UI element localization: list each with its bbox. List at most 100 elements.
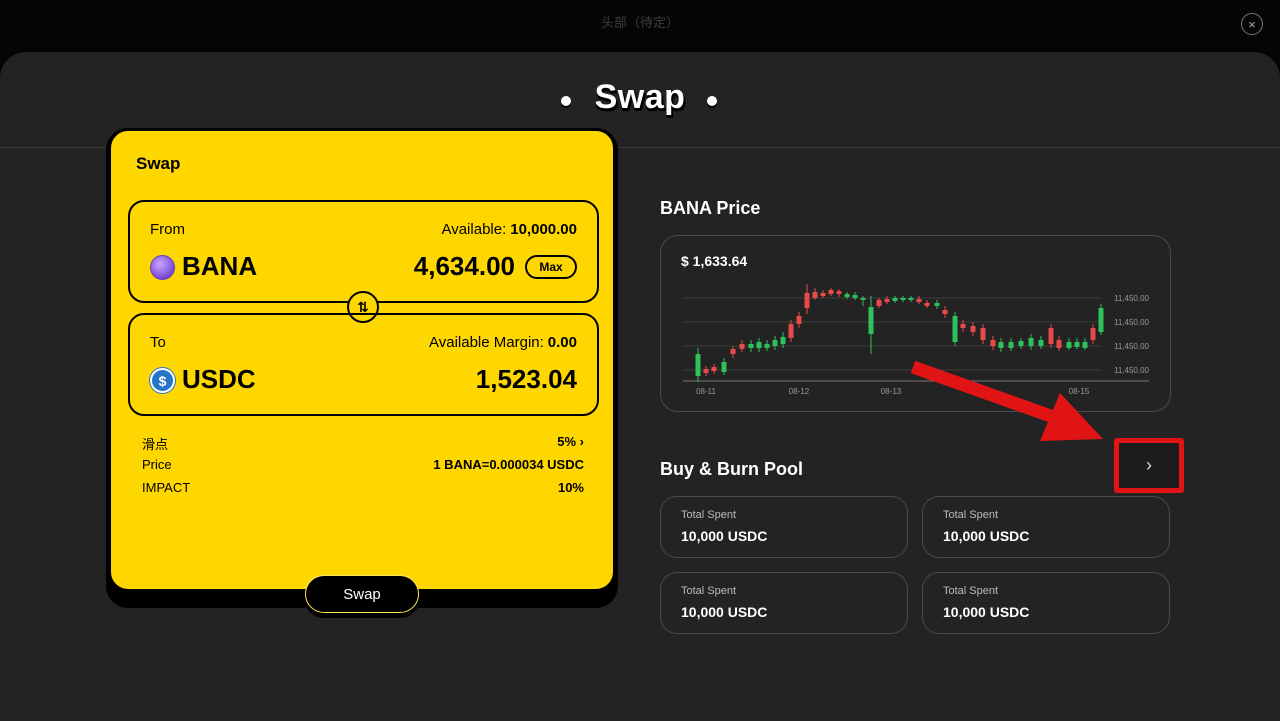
x-tick-label: 08-12 [789, 387, 810, 396]
usdc-token-icon: $ [150, 368, 175, 393]
slippage-value[interactable]: 5% › [557, 434, 584, 453]
y-tick-label: 11,450.00 [1114, 342, 1150, 351]
candle-body [980, 328, 986, 340]
candlestick-chart[interactable]: 11,450.00 11,450.00 11,450.00 11,450.00 08-1… [661, 236, 1172, 413]
y-tick-label: 11,450.00 [1114, 294, 1150, 303]
impact-row: IMPACT 10% [142, 480, 584, 495]
candle-body [924, 303, 930, 306]
candle-body [900, 298, 906, 300]
title-dot-right [707, 96, 717, 106]
pool-details-button[interactable]: › [1114, 438, 1184, 493]
candle-body [892, 298, 898, 301]
candle-body [970, 326, 976, 332]
price-rate-value: 1 BANA=0.000034 USDC [433, 457, 584, 472]
price-chart-panel: $ 1,633.64 11,450.00 11,450.00 11,450.00 11… [660, 235, 1171, 412]
candle-body [998, 342, 1004, 348]
candle-body [934, 303, 940, 306]
candle-body [952, 316, 958, 342]
candle-body [739, 344, 745, 349]
from-available: Available: 10,000.00 [441, 221, 577, 238]
stat-label: Total Spent [943, 509, 999, 521]
from-token-box: From Available: 10,000.00 BANA 4,634.00 M… [128, 200, 599, 303]
candle-body [796, 316, 802, 324]
candle-body [730, 349, 736, 354]
candle-body [852, 295, 858, 298]
header-placeholder-title: 头部（待定） [600, 15, 679, 30]
y-tick-label: 11,450.00 [1114, 366, 1150, 375]
impact-value: 10% [557, 480, 584, 495]
candle-body [756, 342, 762, 348]
candle-body [820, 293, 826, 296]
candle-body [804, 293, 810, 308]
candle-body [828, 290, 834, 294]
candle-body [868, 307, 874, 334]
candle-body [1090, 328, 1096, 340]
candle-body [788, 324, 794, 338]
from-token-selector[interactable]: BANA [182, 251, 257, 282]
candle-body [703, 369, 709, 373]
candle-body [942, 310, 948, 314]
close-button[interactable]: × [1241, 13, 1263, 35]
candle-body [884, 299, 890, 302]
candle-body [780, 337, 786, 344]
candle-body [1056, 340, 1062, 348]
to-token-box: To Available Margin: 0.00 $ USDC 1,523.04 [128, 313, 599, 416]
candle-body [748, 344, 754, 348]
max-button[interactable]: Max [525, 255, 577, 279]
candle-body [812, 292, 818, 298]
candle-body [764, 344, 770, 348]
candle-body [860, 298, 866, 300]
price-row: Price 1 BANA=0.000034 USDC [142, 457, 584, 472]
price-section-title: BANA Price [660, 198, 761, 218]
stat-label: Total Spent [681, 509, 737, 521]
stat-value: 10,000 USDC [681, 604, 768, 620]
pool-section-title: Buy & Burn Pool [660, 459, 803, 479]
candle-body [695, 354, 701, 376]
swap-card-title: Swap [136, 154, 181, 173]
candle-body [1038, 340, 1044, 346]
swap-card: Swap From Available: 10,000.00 BANA 4,634… [108, 128, 616, 592]
stat-label: Total Spent [681, 585, 737, 597]
to-available-label: Available Margin: [429, 334, 544, 351]
candle-body [772, 340, 778, 346]
bana-token-icon [150, 255, 175, 280]
stat-value: 10,000 USDC [943, 604, 1030, 620]
chevron-right-icon: › [1146, 455, 1152, 475]
candle-body [1098, 308, 1104, 332]
candle-body [1074, 342, 1080, 347]
to-token-selector[interactable]: USDC [182, 364, 256, 395]
candle-body [721, 362, 727, 372]
x-tick-label: 08-15 [1069, 387, 1090, 396]
stat-value: 10,000 USDC [681, 528, 768, 544]
candle-body [916, 299, 922, 302]
candle-body [1018, 341, 1024, 346]
swap-submit-button[interactable]: Swap [305, 575, 419, 613]
candle-body [836, 291, 842, 294]
candle-body [1008, 342, 1014, 348]
candle-body [1082, 342, 1088, 348]
to-amount-output: 1,523.04 [475, 364, 577, 394]
to-available-margin: Available Margin: 0.00 [429, 334, 577, 351]
stat-label: Total Spent [943, 585, 999, 597]
x-tick-label: 08-13 [881, 387, 902, 396]
x-tick-label: 08-11 [696, 387, 716, 396]
pool-stat-card: Total Spent 10,000 USDC [922, 496, 1170, 558]
candle-body [908, 298, 914, 300]
pool-stat-card: Total Spent 10,000 USDC [660, 496, 908, 558]
from-available-value: 10,000.00 [510, 221, 577, 238]
candle-body [1028, 338, 1034, 346]
top-bar: 头部（待定） × [0, 0, 1280, 52]
candle-body [876, 300, 882, 306]
impact-label: IMPACT [142, 480, 191, 495]
to-available-value: 0.00 [547, 334, 577, 351]
candle-body [711, 367, 717, 371]
candle-body [844, 294, 850, 297]
slippage-row[interactable]: 滑点 5% › [142, 434, 584, 453]
candle-body [960, 324, 966, 328]
pool-stat-card: Total Spent 10,000 USDC [922, 572, 1170, 634]
page-title: Swap [594, 78, 686, 116]
pool-stat-card: Total Spent 10,000 USDC [660, 572, 908, 634]
stat-value: 10,000 USDC [943, 528, 1030, 544]
usdc-dollar-glyph: $ [158, 372, 167, 389]
from-amount-input[interactable]: 4,634.00 [414, 251, 515, 282]
